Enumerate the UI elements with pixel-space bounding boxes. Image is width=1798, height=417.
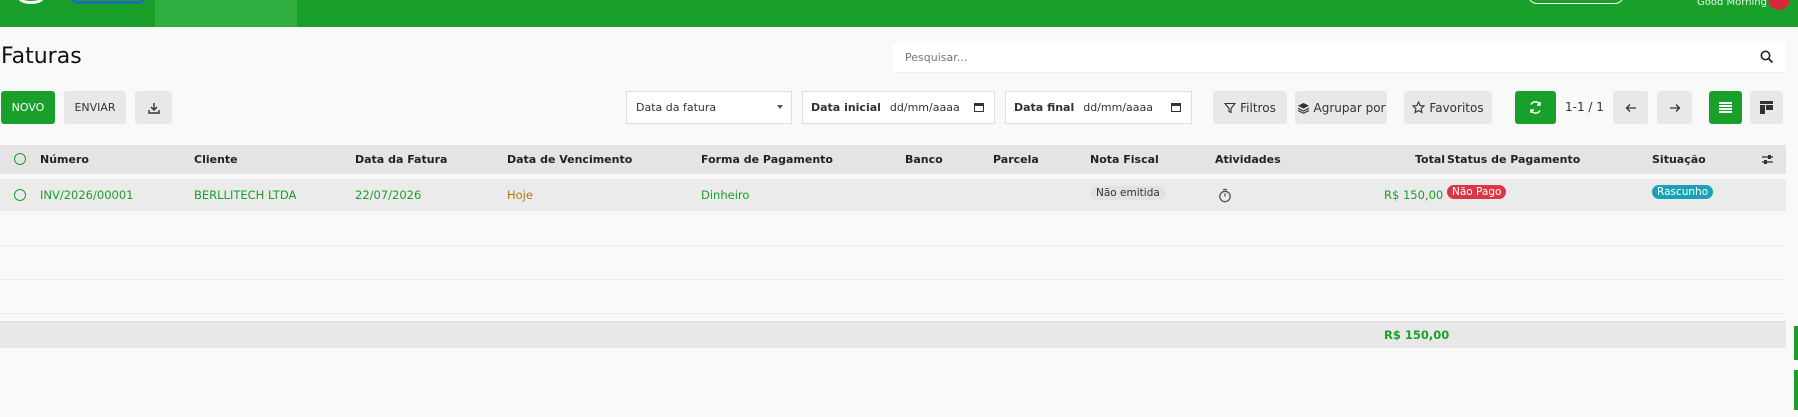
- situation-badge: Rascunho: [1652, 185, 1714, 199]
- download-icon: [147, 102, 160, 114]
- filters-button[interactable]: Filtros: [1213, 91, 1287, 124]
- column-header[interactable]: Data da Fatura: [355, 153, 447, 166]
- end-date-value: dd/mm/aaaa: [1083, 101, 1154, 114]
- column-header[interactable]: Número: [40, 153, 89, 166]
- column-header[interactable]: Cliente: [194, 153, 238, 166]
- page-title: Faturas: [1, 44, 82, 69]
- user-greeting: Good Morning: [1697, 0, 1767, 8]
- filter-icon: [1224, 102, 1237, 113]
- column-header[interactable]: Atividades: [1215, 153, 1281, 166]
- start-date-field[interactable]: Data inicial dd/mm/aaaa: [802, 91, 995, 124]
- top-navbar: Good Morning: [0, 0, 1798, 27]
- company-logo-icon: [70, 0, 146, 4]
- filters-label: Filtros: [1240, 100, 1276, 115]
- new-button[interactable]: NOVO: [1, 91, 55, 124]
- cell-data-vencimento: Hoje: [507, 188, 533, 202]
- search-bar: [893, 43, 1786, 73]
- group-by-button[interactable]: Agrupar por: [1295, 91, 1387, 124]
- app-logo-icon: [18, 0, 44, 4]
- column-header[interactable]: Parcela: [993, 153, 1039, 166]
- calendar-icon[interactable]: [1171, 103, 1181, 112]
- chevron-down-icon: [777, 105, 783, 109]
- empty-row: [0, 212, 1786, 246]
- table-footer: R$ 150,00: [0, 321, 1786, 348]
- pager-value[interactable]: 1-1 / 1: [1565, 100, 1604, 114]
- arrow-left-icon: [1625, 103, 1636, 112]
- table-row[interactable]: INV/2026/00001 BERLLITECH LTDA 22/07/202…: [0, 179, 1786, 211]
- list-icon: [1719, 102, 1732, 113]
- start-date-value: dd/mm/aaaa: [889, 101, 960, 114]
- layers-icon: [1297, 102, 1309, 114]
- payment-status-badge: Não Pago: [1447, 185, 1507, 199]
- cell-cliente: BERLLITECH LTDA: [194, 188, 297, 202]
- kanban-icon: [1760, 101, 1773, 114]
- nota-fiscal-badge: Não emitida: [1090, 186, 1166, 200]
- send-button[interactable]: ENVIAR: [64, 91, 126, 124]
- search-input[interactable]: [893, 43, 1733, 71]
- column-header[interactable]: Forma de Pagamento: [701, 153, 833, 166]
- refresh-icon: [1530, 101, 1541, 114]
- user-avatar[interactable]: [1768, 0, 1790, 10]
- active-menu-item[interactable]: [155, 0, 297, 27]
- column-header[interactable]: Situação: [1652, 153, 1706, 166]
- date-field-select-value: Data da fatura: [636, 101, 717, 114]
- column-header[interactable]: Nota Fiscal: [1090, 153, 1159, 166]
- right-edge-handle: [1794, 326, 1798, 360]
- group-by-label: Agrupar por: [1313, 100, 1386, 115]
- row-checkbox[interactable]: [14, 189, 26, 201]
- footer-total: R$ 150,00: [1384, 328, 1450, 342]
- end-date-field[interactable]: Data final dd/mm/aaaa: [1005, 91, 1192, 124]
- table-header: Número Cliente Data da Fatura Data de Ve…: [0, 145, 1786, 174]
- start-date-label: Data inicial: [811, 101, 881, 114]
- column-header[interactable]: Status de Pagamento: [1447, 153, 1580, 166]
- favorites-label: Favoritos: [1429, 100, 1484, 115]
- previous-page-button[interactable]: [1613, 91, 1648, 124]
- empty-row: [0, 246, 1786, 280]
- column-header[interactable]: Data de Vencimento: [507, 153, 632, 166]
- select-all-checkbox[interactable]: [14, 153, 26, 165]
- column-header[interactable]: Banco: [905, 153, 943, 166]
- download-button[interactable]: [135, 91, 172, 124]
- search-icon[interactable]: [1760, 50, 1774, 64]
- star-icon: [1412, 101, 1426, 114]
- cell-total: R$ 150,00: [1384, 188, 1444, 202]
- cell-forma-pagamento: Dinheiro: [701, 188, 750, 202]
- favorites-button[interactable]: Favoritos: [1404, 91, 1492, 124]
- empty-row: [0, 280, 1786, 314]
- cell-numero: INV/2026/00001: [40, 188, 134, 202]
- column-header[interactable]: Total: [1415, 153, 1445, 166]
- cell-data-fatura: 22/07/2026: [355, 188, 422, 202]
- list-view-button[interactable]: [1709, 91, 1742, 124]
- column-settings-icon[interactable]: [1761, 153, 1774, 166]
- kanban-view-button[interactable]: [1750, 91, 1783, 124]
- end-date-label: Data final: [1014, 101, 1075, 114]
- header-pill-button[interactable]: [1528, 0, 1624, 4]
- date-field-select[interactable]: Data da fatura: [626, 91, 792, 124]
- right-edge-handle: [1794, 370, 1798, 410]
- stopwatch-icon[interactable]: [1218, 188, 1232, 203]
- next-page-button[interactable]: [1657, 91, 1692, 124]
- calendar-icon[interactable]: [974, 103, 984, 112]
- arrow-right-icon: [1669, 103, 1680, 112]
- refresh-button[interactable]: [1515, 91, 1556, 124]
